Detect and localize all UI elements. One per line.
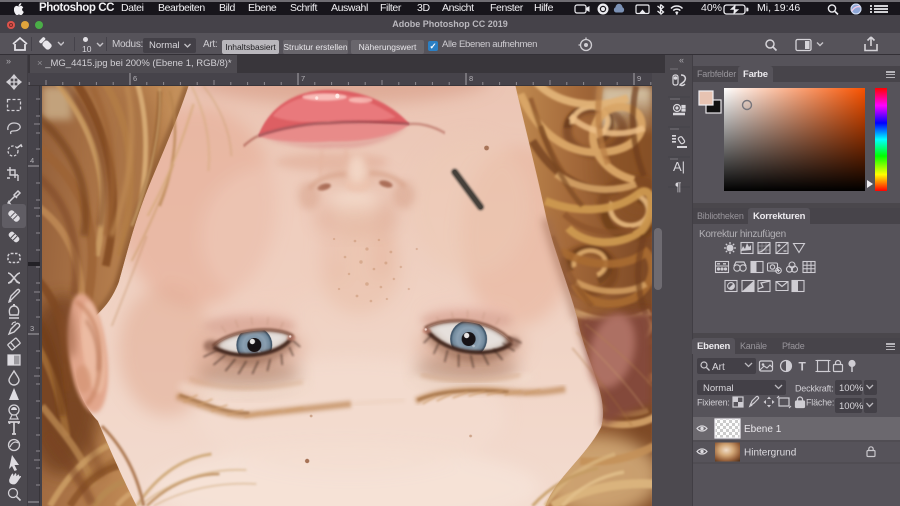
- svg-text:4: 4: [30, 156, 34, 165]
- svg-text:¶: ¶: [675, 180, 681, 194]
- svg-text:Art: Art: [712, 362, 725, 373]
- svg-text:8: 8: [469, 74, 473, 83]
- svg-text:T: T: [799, 360, 807, 374]
- svg-text:6: 6: [133, 74, 137, 83]
- svg-text:100%: 100%: [839, 401, 864, 412]
- svg-text:7: 7: [301, 74, 305, 83]
- svg-text:9: 9: [637, 74, 641, 83]
- svg-text:Ebene 1: Ebene 1: [744, 424, 782, 435]
- svg-text:100%: 100%: [839, 383, 864, 394]
- svg-text:A|: A|: [673, 159, 685, 174]
- svg-text:Fixieren:: Fixieren:: [697, 398, 730, 408]
- svg-text:Hintergrund: Hintergrund: [744, 448, 796, 459]
- svg-text:Fläche:: Fläche:: [806, 398, 834, 408]
- svg-text:Deckkraft:: Deckkraft:: [795, 384, 834, 394]
- svg-text:3: 3: [30, 324, 34, 333]
- svg-text:Normal: Normal: [703, 383, 734, 394]
